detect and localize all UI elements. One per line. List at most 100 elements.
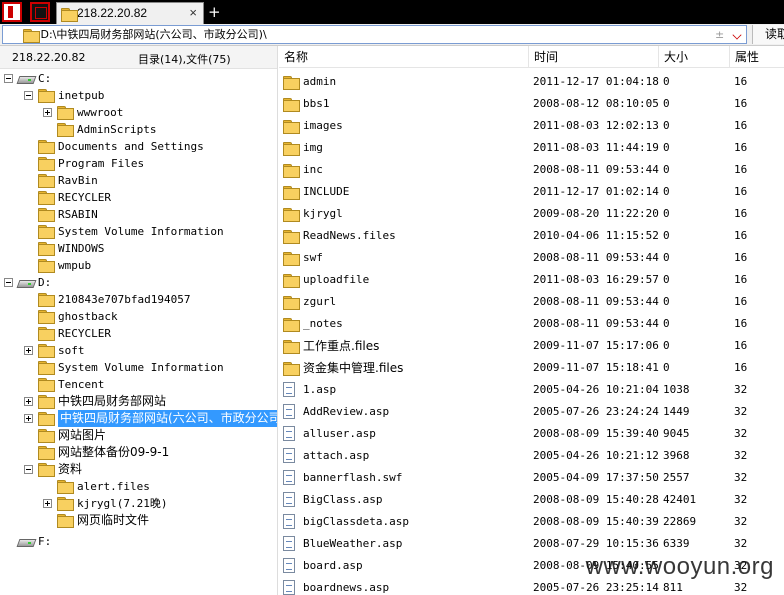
file-row[interactable]: INCLUDE 2011-12-17 01:02:14 0 16	[279, 181, 784, 203]
file-size: 0	[663, 229, 670, 242]
file-time: 2010-04-06 11:15:52	[533, 229, 659, 242]
file-attr: 16	[734, 119, 748, 132]
folder-icon	[38, 378, 55, 392]
file-row[interactable]: BlueWeather.asp 2008-07-29 10:15:36 6339 32	[279, 533, 784, 555]
file-row[interactable]: zgurl 2008-08-11 09:53:44 0 16	[279, 291, 784, 313]
tab-bar: 218.22.20.82 × +	[0, 0, 784, 24]
folder-icon	[283, 98, 300, 112]
expand-icon[interactable]	[43, 499, 52, 508]
file-attr: 16	[734, 317, 748, 330]
folder-icon	[283, 362, 300, 376]
file-size: 0	[663, 185, 670, 198]
file-size: 0	[663, 97, 670, 110]
tree-header: 218.22.20.82 目录(14),文件(75)	[0, 46, 277, 69]
file-row[interactable]: kjrygl 2009-08-20 11:22:20 0 16	[279, 203, 784, 225]
chevron-down-icon[interactable]	[732, 30, 742, 40]
path-input[interactable]: D:\中铁四局财务部网站(六公司、市政分公司)\ ±	[2, 25, 747, 44]
file-row[interactable]: inc 2008-08-11 09:53:44 0 16	[279, 159, 784, 181]
add-tab-icon[interactable]: +	[208, 2, 221, 22]
folder-icon	[57, 123, 74, 137]
tree-item-label: F:	[38, 535, 52, 548]
file-size: 1038	[663, 383, 690, 396]
file-name: board.asp	[303, 559, 363, 572]
file-attr: 16	[734, 97, 748, 110]
folder-icon	[283, 142, 300, 156]
file-row[interactable]: 资金集中管理.files 2009-11-07 15:18:41 0 16	[279, 357, 784, 379]
tab-current[interactable]: 218.22.20.82 ×	[56, 2, 204, 24]
file-name: zgurl	[303, 295, 337, 308]
plus-minus-icon[interactable]: ±	[715, 26, 724, 43]
file-row[interactable]: bbs1 2008-08-12 08:10:05 0 16	[279, 93, 784, 115]
file-name: admin	[303, 75, 337, 88]
collapse-icon[interactable]	[4, 74, 13, 83]
tree-item-label: RSABIN	[58, 208, 98, 221]
file-size: 22869	[663, 515, 697, 528]
expand-icon[interactable]	[43, 108, 52, 117]
file-row[interactable]: uploadfile 2011-08-03 16:29:57 0 16	[279, 269, 784, 291]
read-button[interactable]: 读取	[752, 25, 784, 44]
file-row[interactable]: BigClass.asp 2008-08-09 15:40:28 42401 32	[279, 489, 784, 511]
file-row[interactable]: admin 2011-12-17 01:04:18 0 16	[279, 71, 784, 93]
file-row[interactable]: ReadNews.files 2010-04-06 11:15:52 0 16	[279, 225, 784, 247]
file-size: 0	[663, 75, 670, 88]
file-name: ReadNews.files	[303, 229, 396, 242]
folder-icon	[38, 174, 55, 188]
file-attr: 16	[734, 273, 748, 286]
file-icon	[283, 492, 295, 507]
column-header-name[interactable]: 名称	[279, 46, 529, 68]
item-count: 目录(14),文件(75)	[138, 53, 231, 66]
collapse-icon[interactable]	[24, 91, 33, 100]
app-stop-button[interactable]	[30, 2, 50, 22]
collapse-icon[interactable]	[4, 278, 13, 287]
folder-icon	[283, 120, 300, 134]
file-name: _notes	[303, 317, 343, 330]
file-row[interactable]: bigClassdeta.asp 2008-08-09 15:40:39 22869…	[279, 511, 784, 533]
file-time: 2011-08-03 12:02:13	[533, 119, 659, 132]
column-header-time[interactable]: 时间	[529, 46, 659, 68]
tree-item-label: 网页临时文件	[77, 513, 150, 527]
file-row[interactable]: bannerflash.swf 2005-04-09 17:37:50 2557 32	[279, 467, 784, 489]
folder-icon	[283, 318, 300, 332]
folder-icon	[23, 29, 40, 43]
drive-icon	[18, 74, 34, 84]
file-row[interactable]: img 2011-08-03 11:44:19 0 16	[279, 137, 784, 159]
close-icon[interactable]: ×	[189, 3, 197, 23]
file-time: 2008-08-11 09:53:44	[533, 163, 659, 176]
expand-icon[interactable]	[24, 346, 33, 355]
expand-icon[interactable]	[24, 414, 33, 423]
folder-icon	[283, 252, 300, 266]
file-row[interactable]: images 2011-08-03 12:02:13 0 16	[279, 115, 784, 137]
file-row[interactable]: 1.asp 2005-04-26 10:21:04 1038 32	[279, 379, 784, 401]
file-attr: 32	[734, 537, 748, 550]
column-header-attr[interactable]: 属性	[730, 46, 784, 68]
drive-icon	[18, 537, 34, 547]
tree-item-label: ghostback	[58, 310, 118, 323]
file-row[interactable]: 工作重点.files 2009-11-07 15:17:06 0 16	[279, 335, 784, 357]
file-size: 0	[663, 119, 670, 132]
file-icon	[283, 426, 295, 441]
folder-icon	[57, 480, 74, 494]
drive-icon	[18, 278, 34, 288]
file-row[interactable]: swf 2008-08-11 09:53:44 0 16	[279, 247, 784, 269]
file-row[interactable]: AddReview.asp 2005-07-26 23:24:24 1449 32	[279, 401, 784, 423]
tree-item-label: AdminScripts	[77, 123, 157, 136]
folder-icon	[283, 340, 300, 354]
file-row[interactable]: _notes 2008-08-11 09:53:44 0 16	[279, 313, 784, 335]
file-size: 0	[663, 361, 670, 374]
folder-icon	[38, 344, 55, 358]
path-text: D:\中铁四局财务部网站(六公司、市政分公司)\	[40, 28, 267, 41]
tab-title: 218.22.20.82	[77, 6, 148, 20]
folder-icon	[57, 106, 74, 120]
collapse-icon[interactable]	[24, 465, 33, 474]
file-row[interactable]: attach.asp 2005-04-26 10:21:12 3968 32	[279, 445, 784, 467]
folder-icon	[38, 429, 55, 443]
file-name: boardnews.asp	[303, 581, 390, 594]
folder-icon	[38, 446, 55, 460]
column-header-size[interactable]: 大小	[659, 46, 730, 68]
expand-icon[interactable]	[24, 397, 33, 406]
file-row[interactable]: alluser.asp 2008-08-09 15:39:40 9045 32	[279, 423, 784, 445]
app-menu-button[interactable]	[2, 2, 22, 22]
file-icon	[283, 470, 295, 485]
tree-item-label: wmpub	[58, 259, 92, 272]
file-attr: 32	[734, 449, 748, 462]
